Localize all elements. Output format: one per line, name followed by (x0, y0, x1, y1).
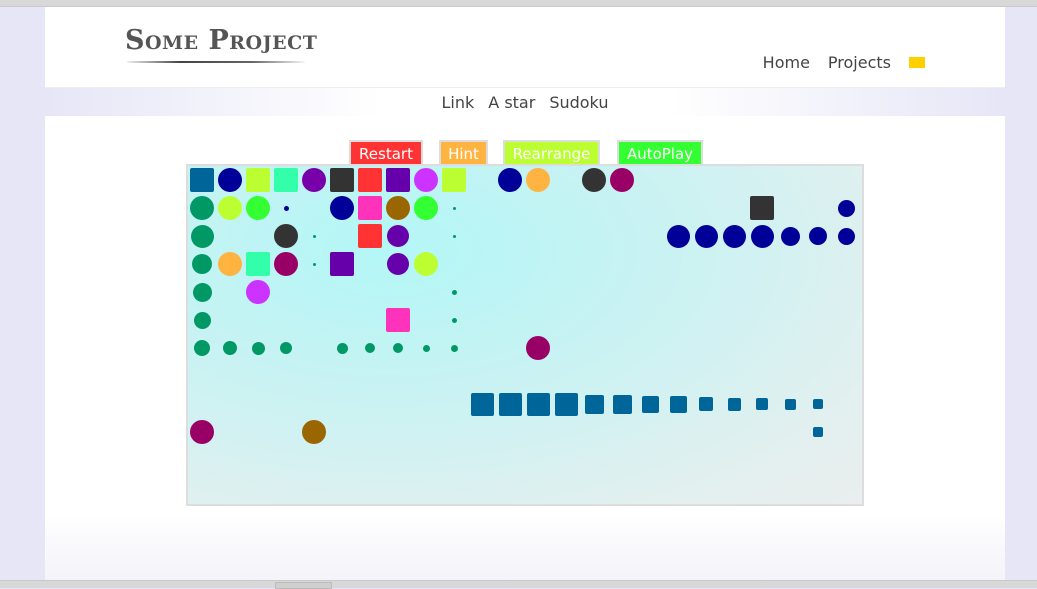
game-piece-circle[interactable] (450, 344, 458, 352)
game-piece-circle[interactable] (610, 168, 634, 192)
game-piece-square[interactable] (554, 392, 578, 416)
game-piece-square[interactable] (584, 394, 604, 414)
top-nav: Home Projects (763, 53, 925, 72)
autoplay-button[interactable]: AutoPlay (617, 140, 703, 164)
hint-button[interactable]: Hint (439, 140, 488, 164)
language-flag-icon[interactable] (909, 57, 925, 68)
game-piece-circle[interactable] (194, 340, 210, 356)
game-piece-circle[interactable] (283, 205, 289, 211)
game-board[interactable] (186, 164, 864, 506)
game-piece-square[interactable] (246, 168, 270, 192)
game-piece-square[interactable] (386, 168, 410, 192)
game-piece-circle[interactable] (365, 343, 375, 353)
game-piece-square[interactable] (246, 252, 270, 276)
game-piece-circle[interactable] (190, 196, 214, 220)
game-piece-circle[interactable] (302, 420, 326, 444)
game-piece-square[interactable] (612, 394, 632, 414)
scroll-tab (275, 582, 332, 589)
game-piece-square[interactable] (699, 397, 713, 411)
game-piece-square[interactable] (274, 168, 298, 192)
game-piece-circle[interactable] (422, 344, 430, 352)
game-piece-square[interactable] (641, 395, 659, 413)
game-piece-circle[interactable] (414, 196, 438, 220)
game-piece-circle[interactable] (312, 234, 316, 238)
game-piece-circle[interactable] (218, 252, 242, 276)
game-piece-circle[interactable] (694, 224, 718, 248)
game-piece-square[interactable] (813, 399, 823, 409)
game-piece-square[interactable] (727, 397, 741, 411)
game-piece-circle[interactable] (190, 224, 214, 248)
game-piece-circle[interactable] (387, 253, 409, 275)
game-piece-circle[interactable] (246, 196, 270, 220)
game-piece-square[interactable] (330, 252, 354, 276)
game-piece-circle[interactable] (809, 227, 827, 245)
game-piece-circle[interactable] (526, 168, 550, 192)
page: Some Project Home Projects Link A star S… (45, 7, 1005, 582)
game-piece-circle[interactable] (246, 280, 270, 304)
nav-projects-link[interactable]: Projects (828, 53, 891, 72)
game-piece-square[interactable] (526, 392, 550, 416)
game-piece-circle[interactable] (722, 224, 746, 248)
game-piece-square[interactable] (784, 398, 796, 410)
game-piece-circle[interactable] (451, 289, 457, 295)
game-piece-circle[interactable] (274, 252, 298, 276)
game-piece-square[interactable] (330, 168, 354, 192)
game-piece-circle[interactable] (302, 168, 326, 192)
game-piece-square[interactable] (813, 427, 823, 437)
game-piece-circle[interactable] (582, 168, 606, 192)
game-piece-circle[interactable] (414, 168, 438, 192)
subnav-sudoku[interactable]: Sudoku (549, 93, 608, 112)
game-piece-circle[interactable] (452, 206, 456, 210)
game-piece-circle[interactable] (218, 168, 242, 192)
game-piece-square[interactable] (750, 196, 774, 220)
site-header: Some Project Home Projects (45, 7, 1005, 87)
game-piece-square[interactable] (358, 224, 382, 248)
game-piece-circle[interactable] (451, 317, 457, 323)
game-piece-circle[interactable] (526, 336, 550, 360)
game-piece-circle[interactable] (190, 420, 214, 444)
nav-home-link[interactable]: Home (763, 53, 810, 72)
game-piece-circle[interactable] (780, 226, 800, 246)
rearrange-button[interactable]: Rearrange (503, 140, 600, 164)
game-piece-square[interactable] (669, 395, 687, 413)
game-piece-square[interactable] (756, 398, 768, 410)
game-piece-circle[interactable] (837, 227, 855, 245)
game-piece-circle[interactable] (330, 196, 354, 220)
game-piece-circle[interactable] (750, 224, 774, 248)
game-piece-square[interactable] (358, 168, 382, 192)
game-piece-circle[interactable] (193, 311, 211, 329)
game-piece-circle[interactable] (498, 168, 522, 192)
game-controls: Restart Hint Rearrange AutoPlay (45, 140, 1005, 166)
game-piece-circle[interactable] (666, 224, 690, 248)
sub-nav: Link A star Sudoku (45, 87, 1005, 117)
game-piece-square[interactable] (470, 392, 494, 416)
game-piece-circle[interactable] (386, 196, 410, 220)
site-logo[interactable]: Some Project (125, 25, 317, 56)
logo-underline (127, 61, 305, 63)
game-piece-circle[interactable] (251, 341, 265, 355)
game-piece-circle[interactable] (192, 282, 212, 302)
game-piece-circle[interactable] (387, 225, 409, 247)
subnav-astar[interactable]: A star (488, 93, 535, 112)
game-piece-circle[interactable] (274, 224, 298, 248)
game-piece-square[interactable] (386, 308, 410, 332)
game-piece-circle[interactable] (312, 262, 316, 266)
game-piece-square[interactable] (190, 168, 214, 192)
game-piece-square[interactable] (358, 196, 382, 220)
game-piece-square[interactable] (442, 168, 466, 192)
game-piece-circle[interactable] (452, 234, 456, 238)
game-piece-circle[interactable] (223, 341, 237, 355)
subnav-link[interactable]: Link (442, 93, 475, 112)
game-piece-circle[interactable] (393, 343, 403, 353)
browser-top-edge (0, 0, 1037, 7)
game-piece-square[interactable] (498, 392, 522, 416)
game-piece-circle[interactable] (837, 199, 855, 217)
restart-button[interactable]: Restart (349, 140, 423, 164)
game-piece-circle[interactable] (192, 254, 212, 274)
game-piece-circle[interactable] (280, 342, 292, 354)
game-piece-circle[interactable] (218, 196, 242, 220)
game-piece-circle[interactable] (336, 342, 348, 354)
game-piece-circle[interactable] (414, 252, 438, 276)
